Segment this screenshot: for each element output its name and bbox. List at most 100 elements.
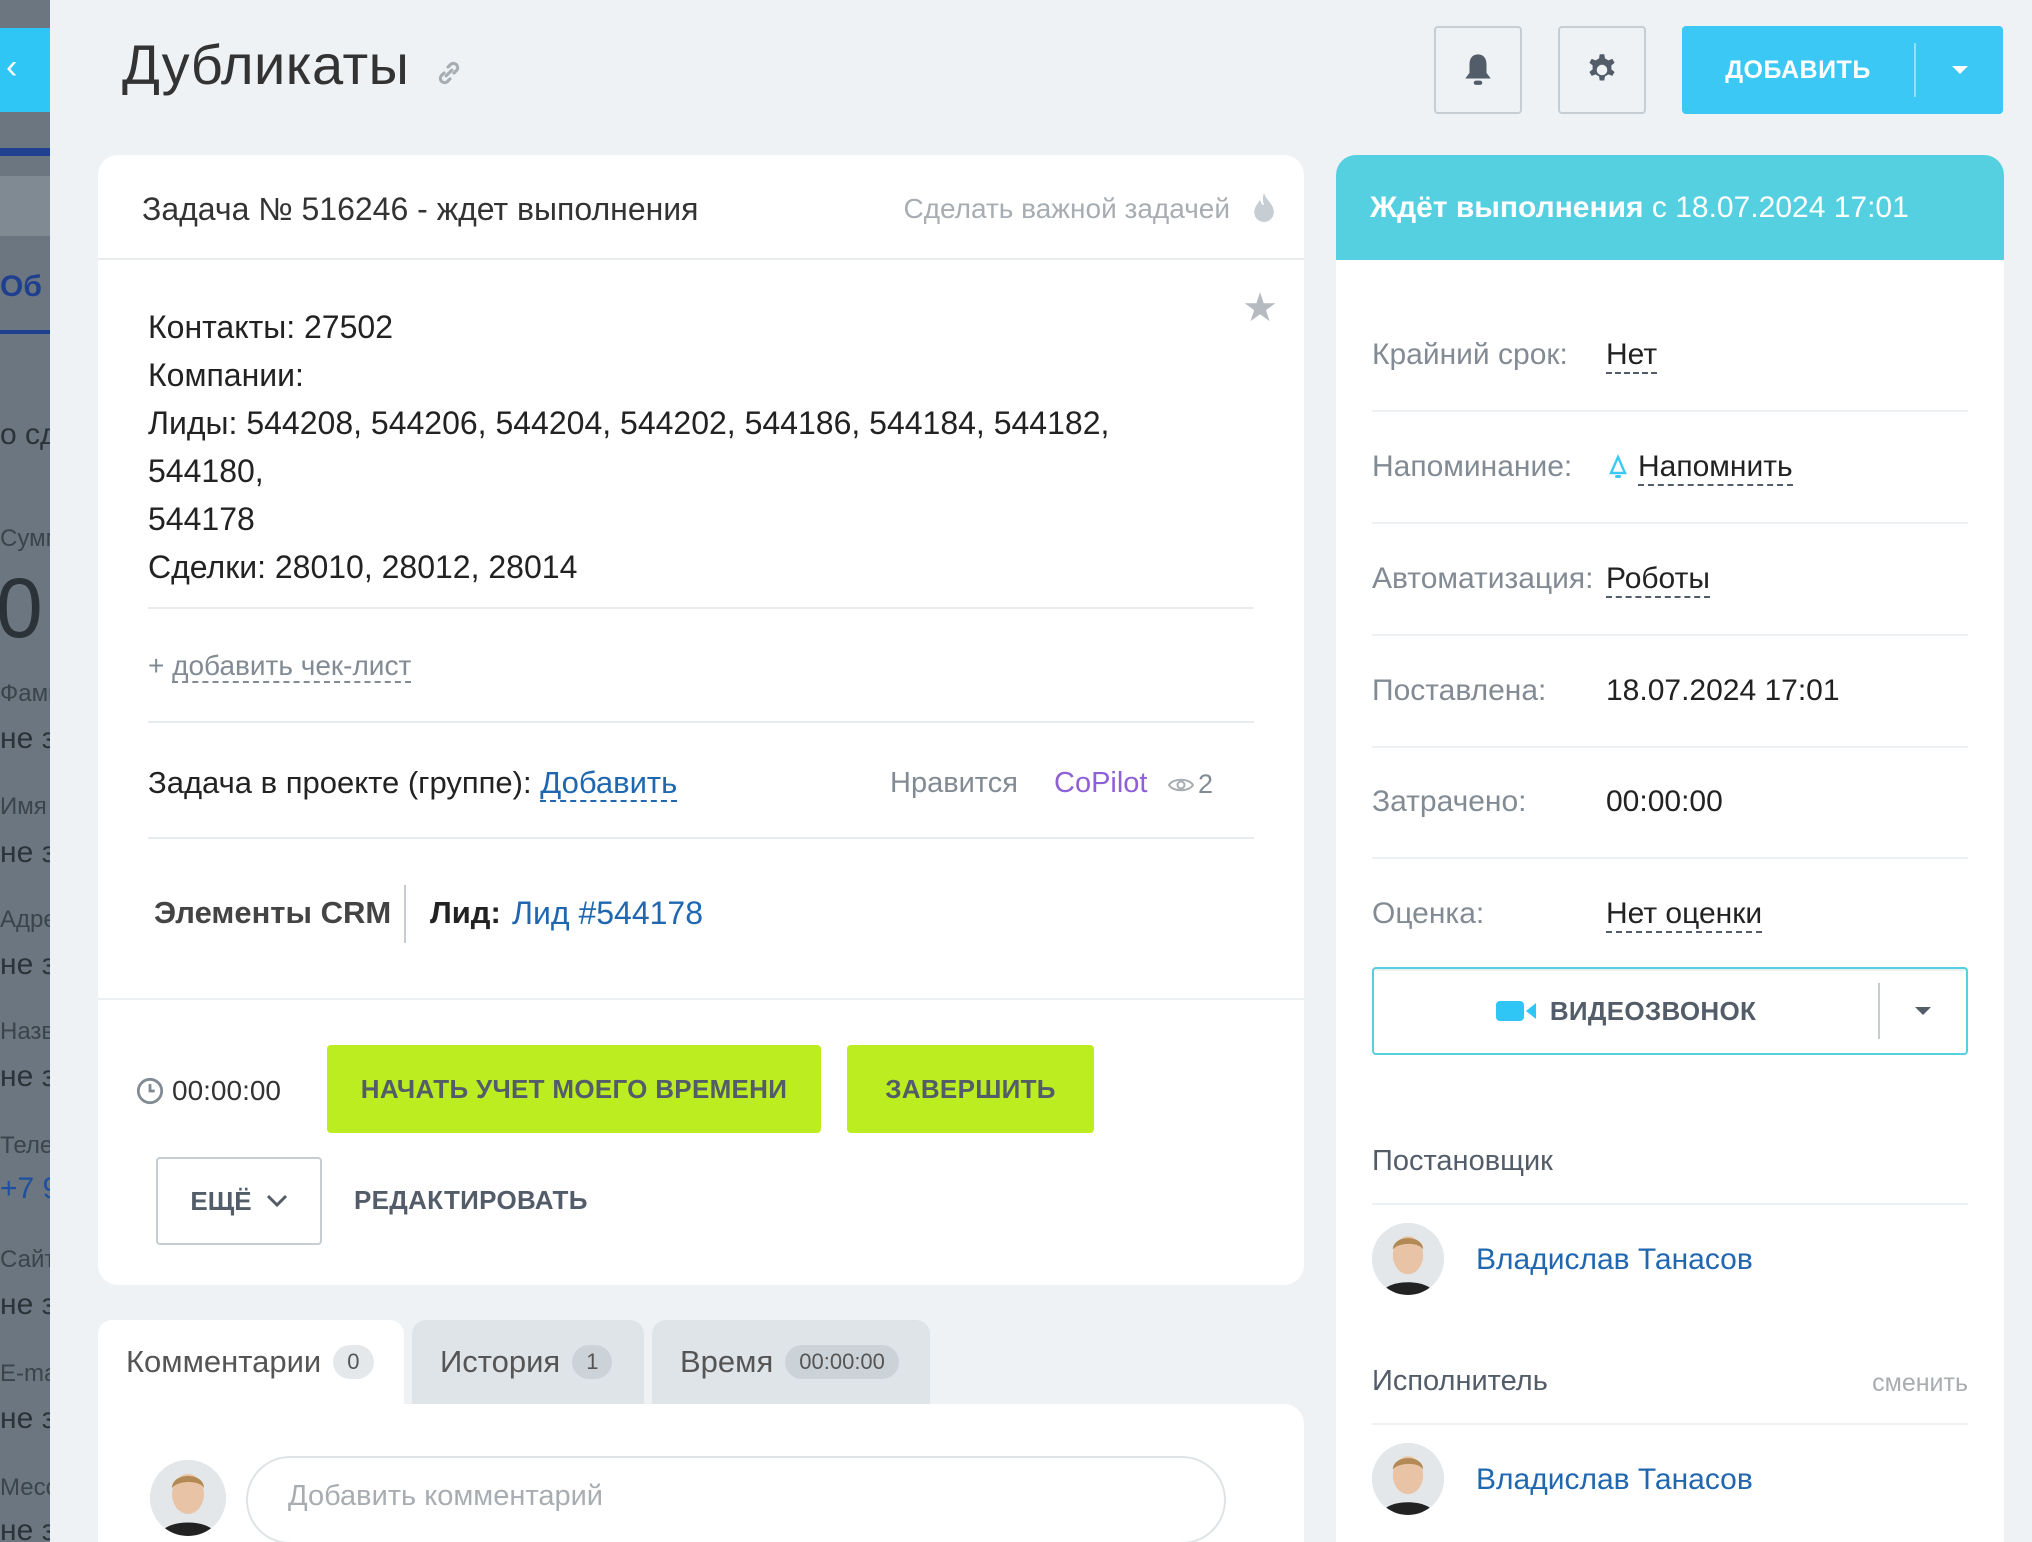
more-button[interactable]: ЕЩЁ (156, 1157, 322, 1245)
background-text: E-ma (0, 1360, 50, 1387)
status-date: с 18.07.2024 17:01 (1643, 191, 1909, 224)
liker-name[interactable]: CoPilot (1054, 767, 1148, 800)
tab-time[interactable]: Время 00:00:00 (652, 1320, 930, 1404)
row-label: Поставлена: (1372, 674, 1547, 707)
tab-comments[interactable]: Комментарии 0 (98, 1320, 404, 1404)
add-button-label: ДОБАВИТЬ (1725, 55, 1871, 84)
created-value: 18.07.2024 17:01 (1606, 674, 1840, 707)
deadline-value[interactable]: Нет (1606, 338, 1658, 374)
timer-value: 00:00:00 (172, 1075, 281, 1106)
complete-button[interactable]: ЗАВЕРШИТЬ (847, 1045, 1094, 1133)
description-line: Лиды: 544208, 544206, 544204, 544202, 54… (148, 405, 1110, 489)
favorite-star-icon[interactable]: ★ (1242, 285, 1278, 331)
video-call-main[interactable]: ВИДЕОЗВОНОК (1374, 996, 1878, 1027)
status-header: Ждёт выполнения с 18.07.2024 17:01 (1336, 155, 2004, 260)
start-time-tracking-button[interactable]: НАЧАТЬ УЧЕТ МОЕГО ВРЕМЕНИ (327, 1045, 821, 1133)
user-avatar-icon (1372, 1443, 1444, 1515)
divider (148, 607, 1254, 609)
camera-icon (1495, 1001, 1536, 1021)
back-icon: ‹ (6, 48, 18, 86)
chevron-down-icon (1951, 66, 1968, 74)
reminder-link[interactable]: Напомнить (1638, 450, 1793, 486)
tab-label: Комментарии (126, 1344, 322, 1379)
change-assignee-link[interactable]: сменить (1872, 1369, 1968, 1398)
notifications-button[interactable] (1434, 26, 1522, 114)
like-button[interactable]: Нравится (890, 767, 1018, 800)
background-underline (0, 330, 50, 334)
video-call-button[interactable]: ВИДЕОЗВОНОК (1372, 967, 1968, 1055)
lead-link[interactable]: Лид #544178 (512, 895, 703, 932)
background-text: не з (0, 1288, 50, 1321)
lead-label: Лид: (430, 895, 501, 930)
tab-history[interactable]: История 1 (412, 1320, 644, 1404)
flame-icon[interactable] (1250, 191, 1278, 225)
assignee-avatar[interactable] (1372, 1443, 1444, 1515)
eye-icon (1168, 778, 1194, 791)
footer-divider (98, 998, 1304, 1000)
reminder-row: Напоминание: Напомнить (1372, 412, 1968, 524)
task-card: Задача № 516246 - ждет выполнения Сделат… (98, 155, 1304, 1285)
plus-icon: + (148, 650, 165, 681)
task-description: Контакты: 27502 Компании: Лиды: 544208, … (148, 303, 1228, 591)
background-text: Фами (0, 680, 50, 707)
description-line: 544178 (148, 501, 255, 537)
tab-label: Время (680, 1344, 774, 1379)
background-text: Имя (0, 793, 47, 820)
background-link: +7 9 (0, 1172, 50, 1205)
add-checklist[interactable]: + добавить чек-лист (148, 650, 412, 683)
background-text: не з (0, 1060, 50, 1093)
project-label: Задача в проекте (группе): (148, 765, 532, 800)
description-line: Контакты: 27502 (148, 309, 393, 345)
user-avatar-icon (150, 1460, 226, 1536)
tab-count: 0 (333, 1345, 374, 1379)
automation-link[interactable]: Роботы (1606, 562, 1710, 598)
description-line: Сделки: 28010, 28012, 28014 (148, 549, 578, 585)
creator-name-link[interactable]: Владислав Танасов (1476, 1243, 1753, 1277)
add-dropdown-toggle[interactable] (1916, 64, 2003, 76)
reminder-bell-icon (1609, 454, 1627, 478)
row-label: Крайний срок: (1372, 338, 1568, 371)
add-project-link[interactable]: Добавить (540, 765, 678, 802)
avatar (150, 1460, 226, 1536)
divider (148, 837, 1254, 839)
page-title: Дубликаты (122, 33, 410, 96)
add-button[interactable]: ДОБАВИТЬ (1682, 26, 2003, 114)
row-label: Напоминание: (1372, 450, 1573, 483)
background-text: не з (0, 836, 50, 869)
rating-link[interactable]: Нет оценки (1606, 897, 1763, 933)
make-important-link[interactable]: Сделать важной задачей (903, 193, 1230, 225)
rating-row: Оценка: Нет оценки (1372, 859, 1968, 971)
tab-count: 00:00:00 (785, 1345, 899, 1379)
chevron-down-icon (266, 1194, 287, 1208)
description-line: Компании: (148, 357, 304, 393)
video-call-dropdown[interactable] (1880, 1005, 1966, 1017)
task-title: Задача № 516246 - ждет выполнения (142, 191, 699, 227)
views-counter: 2 (1168, 769, 1213, 800)
chevron-down-icon (1915, 1007, 1931, 1015)
background-text: Адре (0, 906, 50, 933)
background-text: не з (0, 1402, 50, 1435)
background-text: Месс (0, 1474, 50, 1501)
assignee-section-title: Исполнитель сменить (1372, 1365, 1968, 1425)
edit-button[interactable]: РЕДАКТИРОВАТЬ (354, 1185, 588, 1216)
deadline-row: Крайний срок: Нет (1372, 300, 1968, 412)
background-text: не з (0, 722, 50, 755)
automation-row: Автоматизация: Роботы (1372, 524, 1968, 636)
user-avatar-icon (1372, 1223, 1444, 1295)
creator-section-title: Постановщик (1372, 1145, 1968, 1205)
link-icon[interactable] (432, 56, 466, 90)
task-card-header: Задача № 516246 - ждет выполнения Сделат… (98, 155, 1304, 260)
creator-avatar[interactable] (1372, 1223, 1444, 1295)
creator-title: Постановщик (1372, 1145, 1553, 1177)
divider (148, 721, 1254, 723)
assignee-title: Исполнитель (1372, 1365, 1548, 1397)
settings-button[interactable] (1558, 26, 1646, 114)
assignee-name-link[interactable]: Владислав Танасов (1476, 1463, 1753, 1497)
row-label: Оценка: (1372, 897, 1485, 930)
row-label: Затрачено: (1372, 785, 1527, 818)
background-page-strip: ‹ Об о сд Сумм 0 Фами не з Имя не з Адре… (0, 0, 50, 1542)
add-checklist-link[interactable]: добавить чек-лист (172, 650, 412, 683)
comment-input[interactable]: Добавить комментарий (246, 1456, 1226, 1542)
back-tab[interactable]: ‹ (0, 28, 50, 112)
background-text: Сайт (0, 1246, 50, 1273)
